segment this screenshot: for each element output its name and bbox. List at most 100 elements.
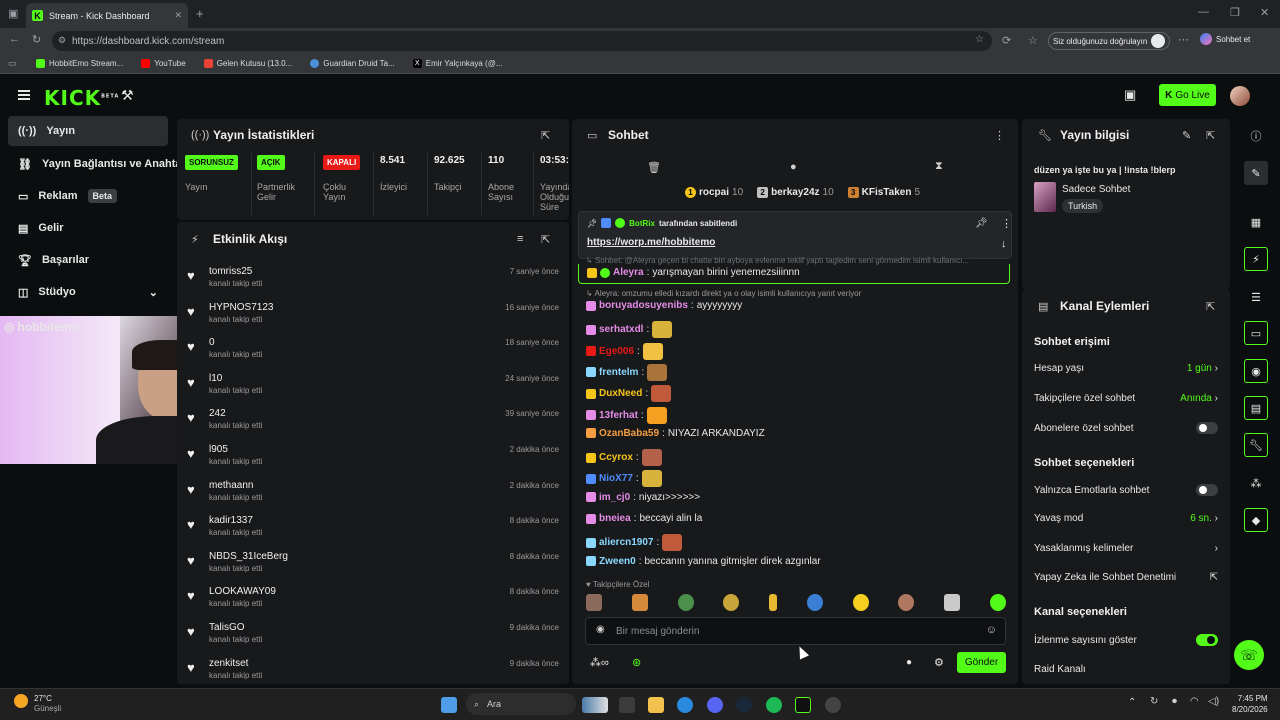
hamburger-menu-icon[interactable] [18,90,30,100]
community-icon[interactable]: ⁂ [1244,471,1268,495]
more-options-icon[interactable]: ⋮ [994,129,1005,142]
file-explorer-icon[interactable] [648,697,664,713]
volume-icon[interactable]: ◁) [1208,696,1219,707]
follower-name[interactable]: HYPNOS7123 [209,302,273,313]
sync-icon[interactable]: ↻ [1150,696,1158,707]
raid-row[interactable]: Raid Kanalı [1034,664,1218,675]
emote-icon[interactable] [651,385,672,403]
chat-username[interactable]: serhatxdl [599,324,643,335]
copilot-button[interactable]: Sohbet et [1200,33,1250,45]
ai-moderation-row[interactable]: Yapay Zeka ile Sohbet Denetimi ⇱ [1034,572,1218,583]
favorites-icon[interactable]: ☆ [1028,34,1038,47]
chat-bubble-icon[interactable]: ● [790,161,797,173]
profile-verify-pill[interactable]: Siz olduğunuzu doğrulayın [1048,32,1171,50]
chat-username[interactable]: DuxNeed [599,388,642,399]
network-icon[interactable]: ◠ [1190,696,1199,707]
leader-item[interactable]: 2 berkay24z 10 [757,187,834,198]
list-icon[interactable]: ☰ [1244,285,1268,309]
follower-name[interactable]: LOOKAWAY09 [209,586,276,597]
kick-app-icon[interactable] [795,697,811,713]
obs-icon[interactable] [825,697,841,713]
new-tab-icon[interactable]: + [196,6,204,21]
extensions-icon[interactable]: ⟳ [1002,34,1011,47]
chat-username[interactable]: NioX77 [599,473,633,484]
nav-item-gelir[interactable]: ▤ Gelir [8,213,168,243]
nav-item-basarilar[interactable]: 🏆︎ Başarılar [8,245,168,275]
discord-icon[interactable] [707,697,723,713]
emote-icon[interactable] [646,406,667,424]
emote-icon[interactable] [641,470,662,488]
edge-icon[interactable] [677,697,693,713]
chat-username[interactable]: Ccyrox [599,452,633,463]
bookmark-item[interactable]: Guardian Druid Ta... [310,59,395,68]
emote-icon[interactable] [677,594,694,611]
chat-username[interactable]: OzanBaba59 [599,428,659,439]
emote-icon[interactable] [769,594,778,611]
leader-item[interactable]: 3 KFisTaken 5 [847,187,920,198]
follower-name[interactable]: tomriss25 [209,266,252,277]
lightning-icon[interactable]: ⚡︎ [1244,247,1268,271]
minimize-icon[interactable]: — [1198,6,1209,18]
chat-username[interactable]: Aleyra [613,267,644,278]
bookmark-item[interactable]: HobbitEmo Stream... [36,59,123,68]
emote-only-toggle[interactable] [1196,484,1218,496]
browser-tab[interactable]: K Stream - Kick Dashboard ✕ [26,3,188,28]
chat-username[interactable]: im_cj0 [599,492,630,503]
nav-item-stream-key[interactable]: ⛓ Yayın Bağlantısı ve Anahtar [8,149,186,179]
bookmark-item[interactable]: Gelen Kutusu (13.0... [203,59,292,68]
chat-username[interactable]: 13ferhat [599,410,638,421]
nav-item-studyo[interactable]: ◫ Stüdyo ⌄ [8,277,168,307]
show-views-toggle[interactable] [1196,634,1218,646]
banned-words-row[interactable]: Yasaklanmış kelimeler › [1034,543,1218,554]
slow-mode-row[interactable]: Yavaş mod 6 sn. › [1034,513,1218,524]
go-live-button[interactable]: K Go Live [1159,84,1216,106]
popout-icon[interactable]: ⇱ [541,233,550,246]
mic-icon[interactable]: ⏺ [1172,696,1177,707]
tag-pill[interactable]: Turkish [1062,199,1104,213]
taskbar-clock[interactable]: 7:45 PM 8/20/2026 [1232,693,1268,715]
chat-settings-icon[interactable]: ⚙ [934,656,944,669]
weather-widget[interactable]: 27°C Güneşli [34,694,61,714]
emote-icon[interactable] [647,363,668,381]
chat-username[interactable]: boruyadosuyenibs [599,300,688,311]
followers-only-row[interactable]: Takipçilere özel sohbet Anında › [1034,393,1218,404]
follower-name[interactable]: 242 [209,408,226,419]
category-thumbnail[interactable] [1034,182,1056,212]
emote-icon[interactable] [641,449,662,467]
kick-logo[interactable]: KICKBETA [44,86,119,110]
account-age-row[interactable]: Hesap yaşı 1 gün › [1034,363,1218,374]
nav-item-reklam[interactable]: ▭ Reklam Beta [8,181,168,211]
windows-start-icon[interactable] [441,697,457,713]
expand-down-icon[interactable]: ↓ [1001,238,1007,250]
emote-icon[interactable] [652,321,673,339]
chat-username[interactable]: Ege006 [599,346,634,357]
taskbar-widget-icon[interactable] [582,697,608,713]
follower-name[interactable]: methaann [209,480,253,491]
more-options-icon[interactable]: ⋮ [1001,217,1012,230]
nav-item-yayin[interactable]: ((·)) Yayın [8,116,168,146]
chat-username[interactable]: aliercn1907 [599,537,654,548]
kick-points-icon[interactable]: ⊛ [632,656,641,669]
follower-name[interactable]: NBDS_31IceBerg [209,551,288,562]
back-icon[interactable]: ← [9,33,20,45]
more-menu-icon[interactable]: ⋯ [1178,33,1189,46]
emote-icon[interactable] [898,594,915,611]
url-field[interactable]: ⚙ https://dashboard.kick.com/stream ☆ [52,31,992,51]
bookmarks-menu-icon[interactable]: ▭ [8,58,17,69]
maximize-icon[interactable]: ❐ [1230,6,1240,19]
emote-icon[interactable] [989,594,1006,611]
chat-username[interactable]: frentelm [599,367,638,378]
edit-pencil-icon[interactable]: ✎ [1182,129,1191,142]
chat-username[interactable]: bneiea [599,513,631,524]
send-button[interactable]: Gönder [957,652,1006,673]
emote-icon[interactable] [944,594,961,611]
chat-points-icon[interactable]: ⁂∞ [590,656,609,669]
tab-close-icon[interactable]: ✕ [174,10,182,21]
follower-name[interactable]: l905 [209,444,228,455]
support-chat-icon[interactable]: ☏ [1234,640,1264,670]
emote-icon[interactable] [806,594,823,611]
emote-icon[interactable] [662,534,683,552]
info-icon[interactable]: ⓘ [1244,124,1268,148]
popout-icon[interactable]: ⇱ [1206,300,1215,313]
chat-quickreply-icon[interactable]: ● [906,657,912,668]
